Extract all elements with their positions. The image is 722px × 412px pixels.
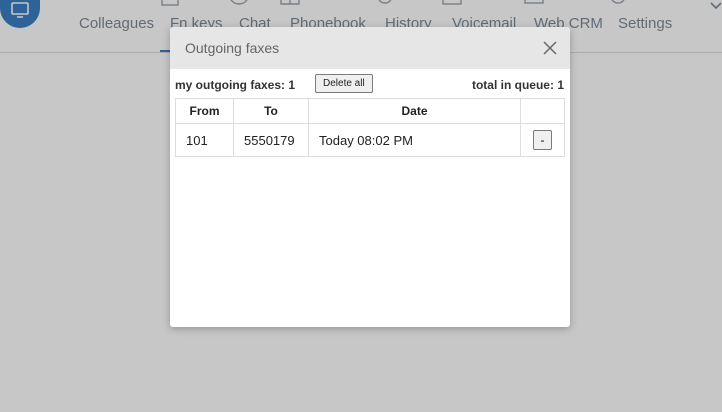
column-header-to: To bbox=[233, 98, 309, 124]
dialog-title: Outgoing faxes bbox=[185, 40, 280, 56]
column-header-from: From bbox=[175, 98, 234, 124]
cell-action: - bbox=[520, 123, 565, 157]
outgoing-faxes-dialog: Outgoing faxes my outgoing faxes: 1 Dele… bbox=[170, 27, 570, 327]
table-header-row: From To Date bbox=[175, 98, 565, 124]
column-header-date: Date bbox=[308, 98, 521, 124]
close-icon[interactable] bbox=[542, 40, 558, 56]
cell-date: Today 08:02 PM bbox=[308, 123, 521, 157]
queue-total: total in queue: 1 bbox=[471, 78, 564, 92]
delete-all-button[interactable]: Delete all bbox=[315, 74, 373, 93]
delete-fax-button[interactable]: - bbox=[533, 130, 552, 150]
column-header-action bbox=[520, 98, 565, 124]
table-row: 101 5550179 Today 08:02 PM - bbox=[175, 123, 565, 157]
dialog-header: Outgoing faxes bbox=[170, 27, 570, 69]
cell-from: 101 bbox=[175, 123, 234, 157]
faxes-table: From To Date 101 5550179 Today 08:02 PM … bbox=[175, 98, 565, 157]
cell-to: 5550179 bbox=[233, 123, 309, 157]
my-outgoing-count: my outgoing faxes: 1 bbox=[175, 78, 296, 92]
